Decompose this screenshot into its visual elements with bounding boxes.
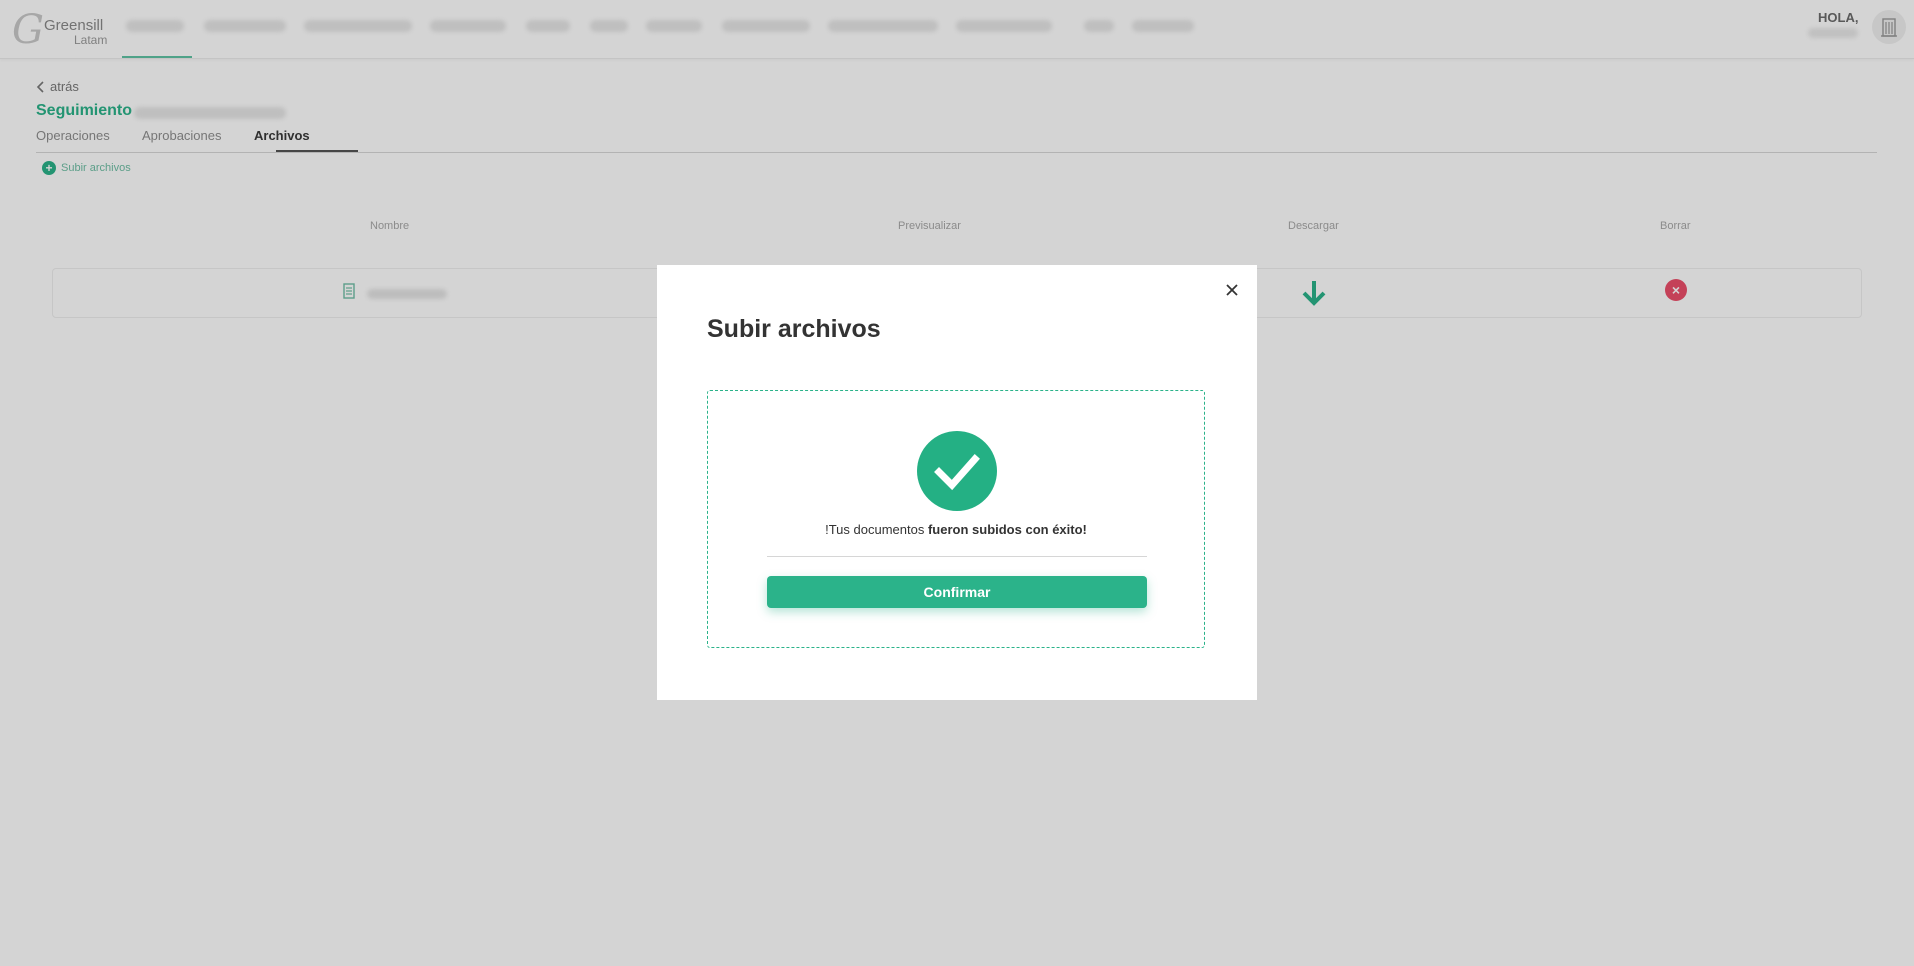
close-icon[interactable]: [1221, 279, 1243, 301]
upload-dropzone: !Tus documentos fueron subidos con éxito…: [707, 390, 1205, 648]
success-message-bold: fueron subidos con éxito!: [927, 522, 1087, 537]
success-message: !Tus documentos fueron subidos con éxito…: [708, 522, 1204, 537]
success-message-prefix: !Tus documentos: [825, 522, 928, 537]
divider: [767, 556, 1147, 557]
checkmark-icon: [917, 431, 997, 511]
modal-title: Subir archivos: [707, 315, 881, 343]
upload-files-modal: Subir archivos !Tus documentos fueron su…: [657, 265, 1257, 700]
confirm-button[interactable]: Confirmar: [767, 576, 1147, 608]
